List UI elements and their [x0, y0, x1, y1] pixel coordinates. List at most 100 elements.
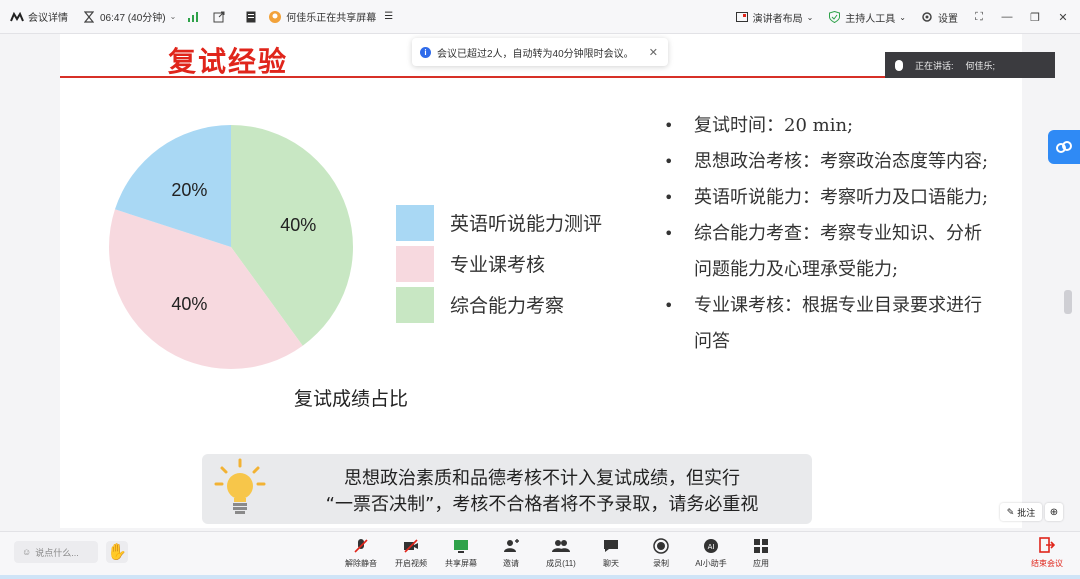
meeting-controls: 解除静音 开启视频 共享屏幕 邀请 成员(11) 聊天 录制 AI AI小助手 … [336, 537, 786, 569]
layout-label: 演讲者布局 [752, 13, 803, 25]
close-icon[interactable]: ✕ [649, 46, 658, 59]
pie-slice-label: 40% [280, 215, 316, 235]
annotate-label: 批注 [1017, 507, 1036, 518]
invite-button[interactable]: 邀请 [486, 537, 536, 569]
svg-text:AI: AI [708, 543, 715, 551]
tool-label: 共享屏幕 [445, 559, 477, 568]
bullet-text: 思想政治考核：考察政治态度等内容; [694, 151, 989, 172]
sharing-status[interactable]: 何佳乐正在共享屏幕 ☰ [268, 9, 393, 24]
raise-hand-button[interactable]: ✋ [106, 541, 128, 563]
host-tools-button[interactable]: 主持人工具 ⌄ [827, 10, 906, 25]
legend-swatch [396, 204, 434, 241]
tool-label: 应用 [753, 559, 769, 568]
minimize-icon[interactable]: — [1000, 10, 1014, 24]
tool-label: 录制 [653, 559, 669, 568]
share-screen-icon [453, 537, 469, 555]
meeting-logo-icon [10, 10, 24, 24]
info-icon: i [420, 46, 431, 58]
ai-assistant-button[interactable]: AI AI小助手 [686, 537, 736, 569]
apps-icon [754, 537, 768, 555]
title-divider [60, 76, 1022, 78]
legend-item: 综合能力考察 [396, 284, 602, 325]
document-icon [244, 10, 258, 24]
list-item: • 专业课考核：根据专业目录要求进行问答 [664, 288, 994, 360]
ai-assistant-icon: AI [703, 537, 719, 555]
banner-line-1: 思想政治素质和品德考核不计入复试成绩，但实行 [344, 468, 740, 489]
record-icon [653, 537, 669, 555]
bullet-text: 综合能力考查：考察专业知识、分析问题能力及心理承受能力; [694, 223, 982, 280]
emoji-icon: ☺ [22, 547, 32, 557]
speaker-name: 何佳乐; [965, 60, 996, 71]
close-icon[interactable]: ✕ [1056, 10, 1070, 24]
members-button[interactable]: 成员(11) [536, 537, 586, 569]
zoom-in-icon: ⊕ [1049, 506, 1059, 518]
annotate-button[interactable]: ✎ 批注 [1000, 503, 1042, 521]
meeting-timer[interactable]: 06:47 (40分钟) ⌄ [82, 9, 176, 24]
bullet-marker: • [664, 296, 674, 315]
tool-label: 邀请 [503, 559, 519, 568]
menu-icon: ☰ [384, 11, 394, 22]
slide-title: 复试经验 [168, 47, 289, 78]
hand-icon: ✋ [107, 544, 127, 561]
legend-item: 专业课考核 [396, 243, 602, 284]
apps-button[interactable]: 应用 [736, 537, 786, 569]
document-button[interactable] [244, 10, 258, 24]
pen-icon: ✎ [1006, 506, 1015, 517]
members-icon [552, 537, 570, 555]
banner-line-2: “一票否决制”，考核不合格者将不予录取，请务必重视 [325, 494, 759, 515]
cloud-icon [1056, 141, 1072, 153]
legend-swatch [396, 245, 434, 282]
bullet-marker: • [664, 116, 674, 135]
fullscreen-icon[interactable]: ⛶ [972, 10, 986, 24]
chat-quick-input[interactable]: ☺ 说点什么... [14, 541, 98, 563]
chevron-down-icon: ⌄ [169, 12, 177, 21]
speaking-label: 正在讲话: [915, 60, 954, 71]
timer-text: 06:47 (40分钟) [100, 13, 166, 24]
footer-strip [0, 575, 1080, 579]
external-link-button[interactable] [212, 10, 226, 24]
bullet-list: • 复试时间：20 min; • 思想政治考核：考察政治态度等内容; • 英语听说能力… [664, 108, 994, 360]
lightbulb-icon [214, 458, 266, 514]
legend-label: 综合能力考察 [450, 295, 565, 317]
side-scroll-handle[interactable] [1064, 290, 1072, 314]
pie-slice-label: 20% [171, 180, 207, 200]
list-item: • 思想政治考核：考察政治态度等内容; [664, 144, 994, 180]
mic-icon [895, 59, 903, 71]
bullet-text: 复试时间：20 min; [694, 115, 854, 136]
camera-off-icon [403, 537, 419, 555]
hourglass-icon [82, 10, 96, 24]
cloud-tool-button[interactable] [1048, 130, 1080, 164]
signal-indicator[interactable] [186, 10, 200, 24]
start-video-button[interactable]: 开启视频 [386, 537, 436, 569]
zoom-button[interactable]: ⊕ [1045, 503, 1063, 521]
chevron-down-icon: ⌄ [806, 12, 814, 22]
top-bar: 会议详情 06:47 (40分钟) ⌄ 何佳乐正在共享屏幕 ☰ 演讲者布局 ⌄ … [0, 0, 1080, 34]
settings-button[interactable]: 设置 [920, 10, 958, 25]
restore-icon[interactable]: ❐ [1028, 10, 1042, 24]
top-bar-right: 演讲者布局 ⌄ 主持人工具 ⌄ 设置 ⛶ — ❐ ✕ [735, 0, 1070, 34]
end-meeting-label: 结束会议 [1031, 559, 1063, 568]
tool-label: 开启视频 [395, 559, 427, 568]
time-limit-notice: i 会议已超过2人，自动转为40分钟限时会议。 ✕ [412, 38, 668, 66]
chat-button[interactable]: 聊天 [586, 537, 636, 569]
unmute-button[interactable]: 解除静音 [336, 537, 386, 569]
shield-icon [827, 10, 841, 24]
notice-text: 会议已超过2人，自动转为40分钟限时会议。 [437, 48, 634, 60]
tool-label: AI小助手 [695, 559, 727, 568]
sharing-text: 何佳乐正在共享屏幕 [286, 13, 377, 24]
pie-caption: 复试成绩占比 [294, 388, 409, 410]
layout-button[interactable]: 演讲者布局 ⌄ [735, 10, 814, 25]
pie-slice-label: 40% [171, 294, 207, 314]
tool-label: 解除静音 [345, 559, 377, 568]
say-placeholder: 说点什么... [35, 547, 79, 558]
share-screen-button[interactable]: 共享屏幕 [436, 537, 486, 569]
list-item: • 复试时间：20 min; [664, 108, 994, 144]
mic-off-icon [353, 537, 369, 555]
record-button[interactable]: 录制 [636, 537, 686, 569]
end-meeting-button[interactable]: 结束会议 [1022, 537, 1072, 569]
meeting-details-button[interactable]: 会议详情 [10, 9, 68, 24]
bullet-marker: • [664, 188, 674, 207]
list-item: • 英语听说能力：考察听力及口语能力; [664, 180, 994, 216]
bullet-marker: • [664, 152, 674, 171]
exit-icon [1039, 537, 1056, 555]
